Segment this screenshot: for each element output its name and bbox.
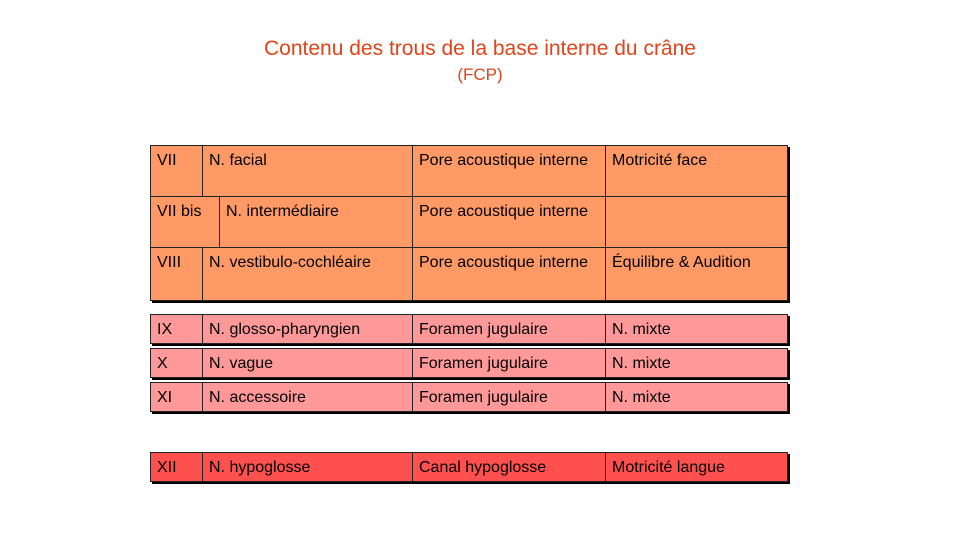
cell-nerve: N. vestibulo-cochléaire: [203, 248, 413, 300]
cell-function: N. mixte: [612, 321, 671, 338]
cell-number: IX: [151, 315, 203, 343]
cell-number: VII bis: [151, 197, 220, 249]
table-row-vii: VII N. facial Pore acoustique interne Mo…: [150, 145, 788, 199]
cell-function: N. mixte: [612, 389, 671, 406]
cell-function: N. mixte: [612, 355, 671, 372]
cell-foramen: Pore acoustique interne: [413, 146, 606, 198]
cell-number: XI: [151, 383, 203, 411]
cell-foramen: Pore acoustique interne: [413, 248, 606, 300]
cell-number: VII: [151, 146, 203, 198]
cell-foramen: Pore acoustique interne: [413, 197, 606, 249]
cell-function: [606, 197, 787, 249]
slide: Contenu des trous de la base interne du …: [0, 0, 960, 540]
cell-nerve: N. hypoglosse: [203, 453, 413, 481]
cell-foramen: Canal hypoglosse: [413, 453, 606, 481]
cell-number: VIII: [151, 248, 203, 300]
cell-nerve: N. vague: [203, 349, 413, 377]
table-row-xi: XI N. accessoire Foramen jugulaire N. mi…: [150, 382, 788, 412]
cell-nerve: N. facial: [203, 146, 413, 198]
table-row-ix: IX N. glosso-pharyngien Foramen jugulair…: [150, 314, 788, 344]
cell-number: X: [151, 349, 203, 377]
table-row-viii: VIII N. vestibulo-cochléaire Pore acoust…: [150, 247, 788, 301]
cell-nerve: N. intermédiaire: [220, 197, 413, 249]
table-row-x: X N. vague Foramen jugulaire N. mixte: [150, 348, 788, 378]
table-row-vii-bis: VII bis N. intermédiaire Pore acoustique…: [150, 196, 788, 250]
cell-function: Motricité face: [612, 152, 708, 169]
cell-foramen: Foramen jugulaire: [413, 383, 606, 411]
cell-foramen: Foramen jugulaire: [413, 349, 606, 377]
cell-number: XII: [151, 453, 203, 481]
cell-function: Motricité langue: [612, 459, 725, 476]
cell-nerve: N. accessoire: [203, 383, 413, 411]
slide-title: Contenu des trous de la base interne du …: [264, 37, 696, 60]
table-row-xii: XII N. hypoglosse Canal hypoglosse Motri…: [150, 452, 788, 482]
cell-nerve: N. glosso-pharyngien: [203, 315, 413, 343]
slide-subtitle: (FCP): [457, 65, 503, 84]
cell-foramen: Foramen jugulaire: [413, 315, 606, 343]
cell-function: Équilibre & Audition: [612, 254, 751, 271]
